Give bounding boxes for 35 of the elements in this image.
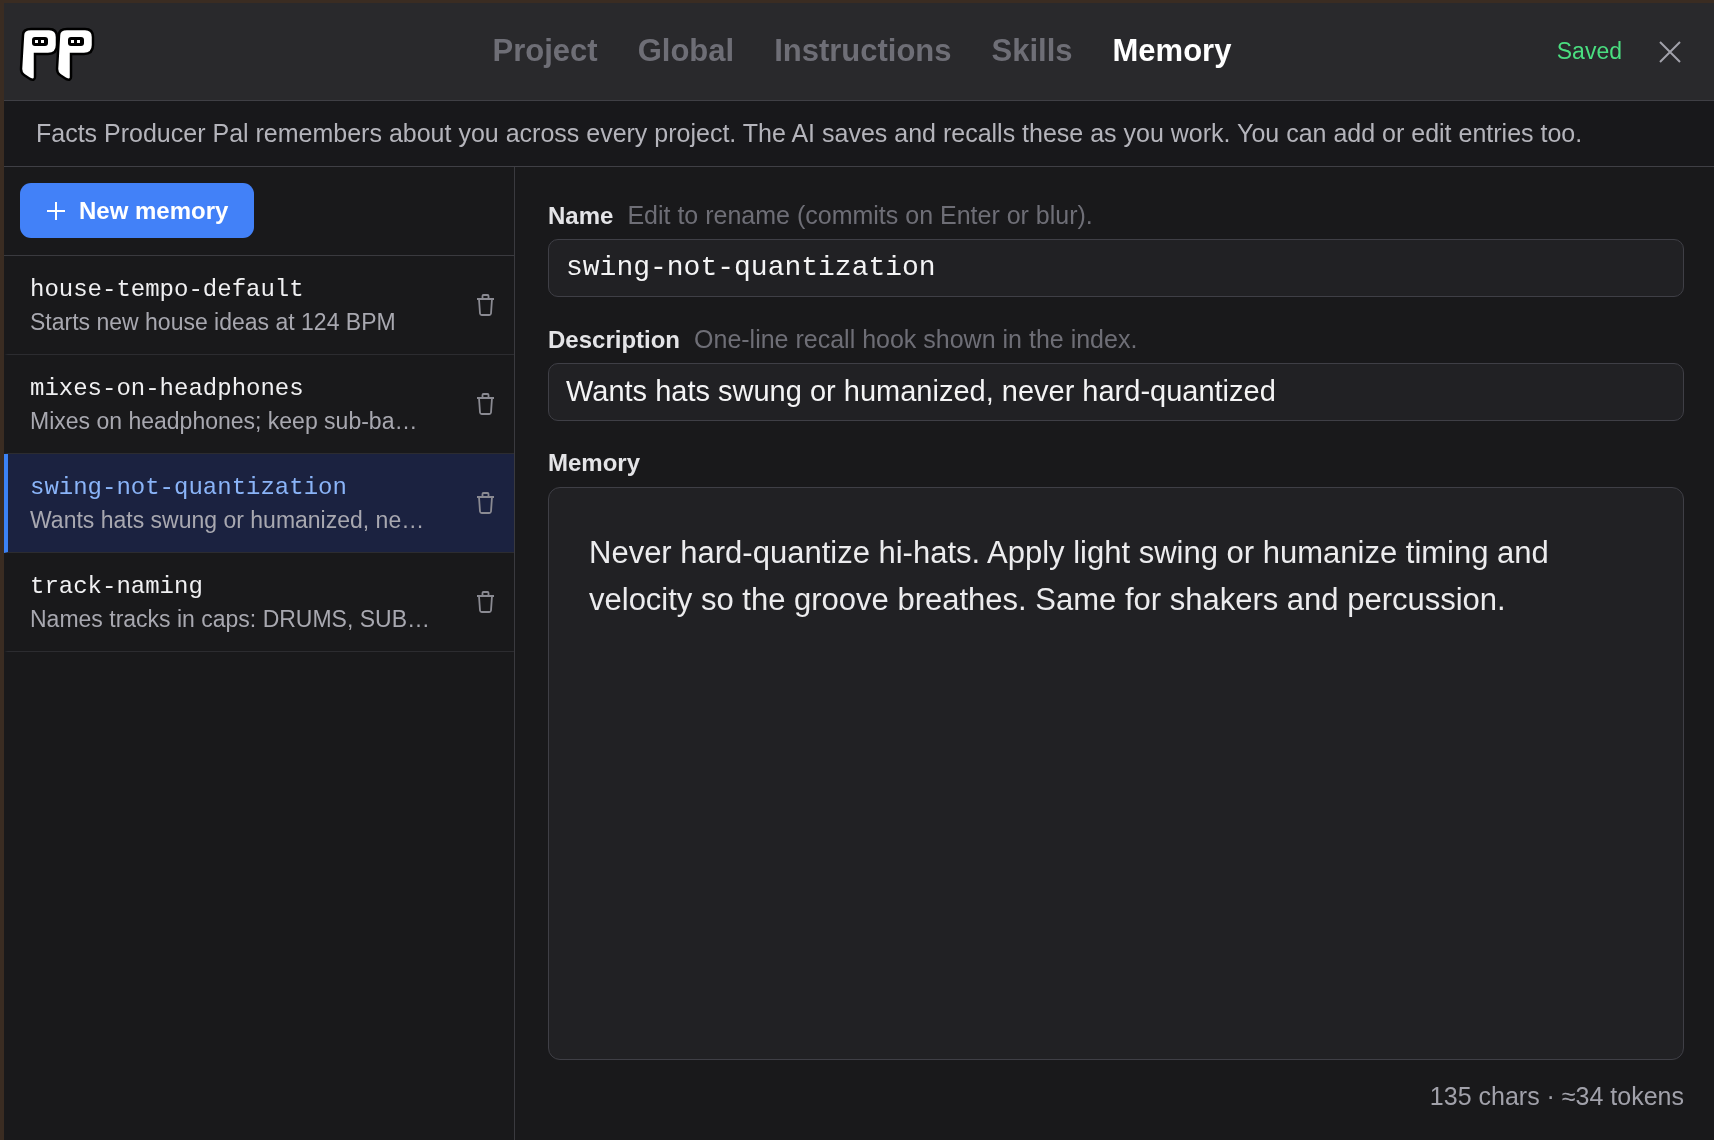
close-icon [1659, 40, 1681, 63]
plus-icon [46, 200, 66, 221]
memory-description: Starts new house ideas at 124 BPM [30, 307, 397, 336]
close-button[interactable] [1658, 39, 1682, 64]
memory-text: Never hard-quantize hi-hats. Apply light swing or humanize timing and velocity so the groove breathes. Same for shakers and percussion. [589, 534, 1550, 619]
memory-name: track-naming [30, 571, 204, 602]
memory-list-item[interactable]: swing-not-quantization Wants hats swung or humanized, ne… [4, 454, 514, 553]
delete-button[interactable] [474, 293, 496, 317]
memory-name: swing-not-quantization [30, 472, 348, 503]
name-input[interactable]: swing-not-quantization [548, 239, 1684, 297]
field-hint: One-line recall hook shown in the index. [694, 325, 1138, 353]
new-memory-button[interactable]: New memory [20, 183, 255, 238]
intro-text: Facts Producer Pal remembers about you across every project. The AI saves and recalls these as you work. You can add or edit entries too. [36, 117, 1583, 149]
delete-button[interactable] [474, 590, 496, 614]
character-count: 135 chars · ≈34 tokens [1429, 1081, 1684, 1112]
trash-icon [475, 294, 495, 316]
trash-icon [475, 393, 495, 415]
field-label: Memory [548, 449, 641, 477]
memory-description: Mixes on headphones; keep sub-ba… [30, 406, 419, 435]
field-label: Name [548, 202, 614, 230]
save-status: Saved [1556, 37, 1622, 67]
trash-icon [475, 591, 495, 613]
description-input[interactable]: Wants hats swung or humanized, never hard-quantized [548, 363, 1684, 421]
logo-icon [19, 27, 95, 83]
memory-textarea[interactable]: Never hard-quantize hi-hats. Apply light swing or humanize timing and velocity so the groove breathes. Same for shakers and percussion. [548, 487, 1684, 1060]
delete-button[interactable] [474, 392, 496, 416]
field-label: Description [548, 326, 681, 354]
trash-icon [475, 492, 495, 514]
memory-description: Wants hats swung or humanized, ne… [30, 505, 426, 534]
memory-description: Names tracks in caps: DRUMS, SUB… [30, 604, 432, 633]
tab[interactable]: Memory [1112, 28, 1232, 75]
memory-name: mixes-on-headphones [30, 373, 305, 404]
field-hint: Edit to rename (commits on Enter or blur). [627, 201, 1093, 229]
memory-name: house-tempo-default [30, 274, 305, 305]
delete-button[interactable] [474, 491, 496, 515]
